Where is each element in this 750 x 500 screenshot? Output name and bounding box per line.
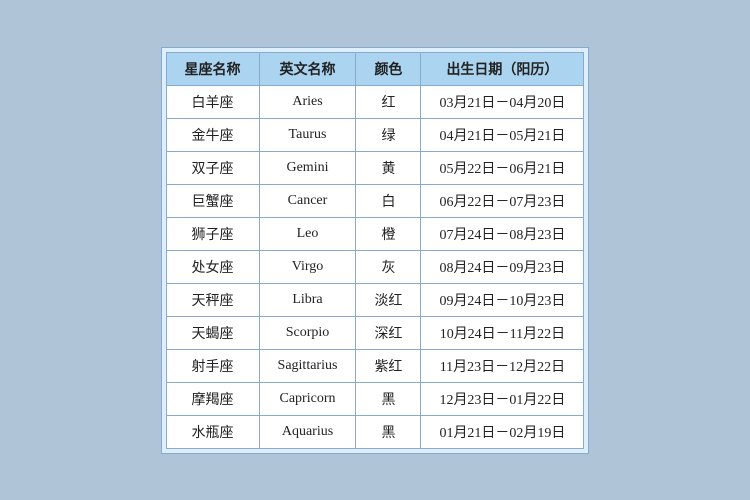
table-row: 白羊座Aries红03月21日－04月20日 [166,85,584,118]
table-cell: 黑 [356,382,421,415]
zodiac-table-container: 星座名称英文名称颜色出生日期（阳历） 白羊座Aries红03月21日－04月20… [161,47,590,454]
table-header-cell: 英文名称 [259,52,356,85]
table-cell: Capricorn [259,382,356,415]
zodiac-table: 星座名称英文名称颜色出生日期（阳历） 白羊座Aries红03月21日－04月20… [166,52,585,449]
table-cell: 紫红 [356,349,421,382]
table-cell: 05月22日－06月21日 [421,151,584,184]
table-cell: Virgo [259,250,356,283]
table-header-cell: 颜色 [356,52,421,85]
table-cell: 10月24日－11月22日 [421,316,584,349]
table-row: 天蝎座Scorpio深红10月24日－11月22日 [166,316,584,349]
table-cell: 射手座 [166,349,259,382]
table-cell: 处女座 [166,250,259,283]
table-cell: 巨蟹座 [166,184,259,217]
table-cell: Taurus [259,118,356,151]
table-cell: Scorpio [259,316,356,349]
table-row: 摩羯座Capricorn黑12月23日－01月22日 [166,382,584,415]
table-cell: 12月23日－01月22日 [421,382,584,415]
table-header-cell: 出生日期（阳历） [421,52,584,85]
table-cell: Leo [259,217,356,250]
table-body: 白羊座Aries红03月21日－04月20日金牛座Taurus绿04月21日－0… [166,85,584,448]
table-cell: 淡红 [356,283,421,316]
table-cell: Sagittarius [259,349,356,382]
table-cell: 水瓶座 [166,415,259,448]
table-header-row: 星座名称英文名称颜色出生日期（阳历） [166,52,584,85]
table-header-cell: 星座名称 [166,52,259,85]
table-cell: Libra [259,283,356,316]
table-cell: 天蝎座 [166,316,259,349]
table-cell: 07月24日－08月23日 [421,217,584,250]
table-cell: 09月24日－10月23日 [421,283,584,316]
table-cell: 黑 [356,415,421,448]
table-cell: 红 [356,85,421,118]
table-cell: Cancer [259,184,356,217]
table-cell: 04月21日－05月21日 [421,118,584,151]
table-cell: 白羊座 [166,85,259,118]
table-cell: 11月23日－12月22日 [421,349,584,382]
table-row: 处女座Virgo灰08月24日－09月23日 [166,250,584,283]
table-cell: Gemini [259,151,356,184]
table-cell: Aries [259,85,356,118]
table-row: 狮子座Leo橙07月24日－08月23日 [166,217,584,250]
table-cell: 白 [356,184,421,217]
table-cell: 黄 [356,151,421,184]
table-row: 金牛座Taurus绿04月21日－05月21日 [166,118,584,151]
table-cell: 橙 [356,217,421,250]
table-cell: Aquarius [259,415,356,448]
table-cell: 摩羯座 [166,382,259,415]
table-cell: 08月24日－09月23日 [421,250,584,283]
table-cell: 狮子座 [166,217,259,250]
table-cell: 03月21日－04月20日 [421,85,584,118]
table-cell: 06月22日－07月23日 [421,184,584,217]
table-row: 水瓶座Aquarius黑01月21日－02月19日 [166,415,584,448]
table-cell: 双子座 [166,151,259,184]
table-cell: 金牛座 [166,118,259,151]
table-row: 射手座Sagittarius紫红11月23日－12月22日 [166,349,584,382]
table-cell: 绿 [356,118,421,151]
table-row: 巨蟹座Cancer白06月22日－07月23日 [166,184,584,217]
table-cell: 天秤座 [166,283,259,316]
table-row: 天秤座Libra淡红09月24日－10月23日 [166,283,584,316]
table-cell: 01月21日－02月19日 [421,415,584,448]
table-row: 双子座Gemini黄05月22日－06月21日 [166,151,584,184]
table-cell: 灰 [356,250,421,283]
table-cell: 深红 [356,316,421,349]
